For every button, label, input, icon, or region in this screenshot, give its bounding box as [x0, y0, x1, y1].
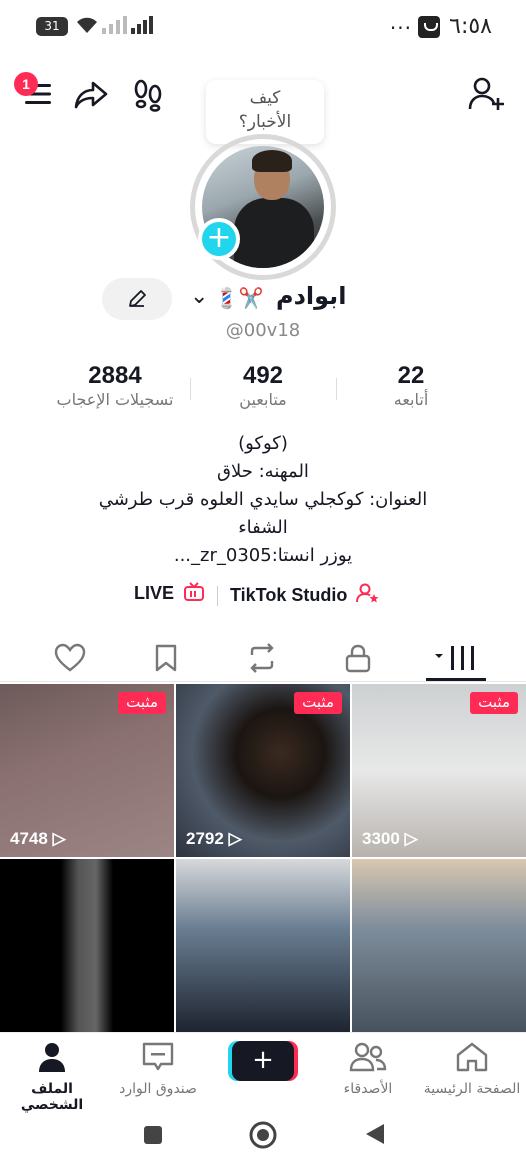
display-name: ابوادم [276, 282, 347, 310]
nav-home[interactable]: الصفحة الرئيسية [422, 1041, 522, 1097]
play-icon: ▷ [404, 829, 418, 848]
bio-line: (كوكو) [238, 433, 288, 454]
bio-line: المهنه: حلاق [217, 461, 309, 482]
tab-liked[interactable] [50, 638, 90, 678]
play-icon: ▷ [228, 829, 242, 848]
nav-label: صندوق الوارد [119, 1081, 197, 1097]
more-notifications-icon: ... [389, 10, 412, 34]
stat-value: 492 [242, 362, 284, 389]
chevron-down-icon[interactable]: ⌄ [190, 284, 208, 309]
stat-label: أتابعه [393, 390, 429, 409]
share-icon [74, 81, 108, 109]
back-icon[interactable] [364, 1122, 386, 1146]
live-tv-icon [184, 582, 205, 601]
system-nav-bar [0, 1108, 526, 1169]
creator-star-icon [356, 583, 379, 603]
video-thumbnail[interactable] [352, 859, 526, 1032]
notification-badge: 1 [14, 72, 38, 96]
nav-label: الصفحة الرئيسية [423, 1081, 521, 1097]
nav-label: الأصدقاء [343, 1081, 393, 1097]
name-row: ⌄ 💈✂️ ابوادم [0, 278, 526, 322]
profile-links: LIVE TikTok Studio [0, 580, 526, 610]
bio-line: العنوان: كوكجلي سايدي العلوه قرب طرشي [98, 489, 428, 510]
stat-label: متابعين [239, 390, 287, 409]
videos-grid-icon [435, 646, 474, 670]
stat-followers[interactable]: 492 متابعين [188, 362, 338, 409]
pencil-icon [129, 290, 146, 307]
live-link[interactable]: LIVE [134, 582, 205, 604]
wifi-icon [77, 17, 97, 33]
stat-value: 22 [397, 362, 425, 389]
stat-label: تسجيلات الإعجاب [56, 390, 174, 409]
nav-profile[interactable]: الملف الشخصي [2, 1041, 102, 1113]
video-thumbnail[interactable] [0, 859, 174, 1032]
lock-icon [345, 644, 371, 673]
home-circle-icon[interactable] [248, 1120, 278, 1150]
live-label: LIVE [134, 583, 175, 603]
profile-icon [39, 1043, 65, 1072]
status-bar: 31 ... ٦:٥٨ [0, 0, 526, 56]
bottom-nav: الصفحة الرئيسية الأصدقاء + صندوق الوارد … [0, 1032, 526, 1113]
pinned-badge: مثبت [294, 692, 342, 714]
tab-private[interactable] [338, 638, 378, 678]
inbox-icon [142, 1042, 174, 1071]
view-count: 2792 ▷ [186, 829, 242, 848]
stat-following[interactable]: 22 أتابعه [336, 362, 486, 409]
nav-friends[interactable]: الأصدقاء [318, 1041, 418, 1097]
tab-reposts[interactable] [242, 638, 282, 678]
repost-icon [250, 643, 274, 673]
footprints-button[interactable] [130, 76, 166, 114]
plus-icon: + [252, 1045, 274, 1075]
add-person-icon [468, 77, 504, 110]
signal-icon [102, 16, 153, 34]
add-friend-button[interactable] [466, 74, 506, 114]
battery-icon: 31 [36, 17, 68, 36]
stat-likes[interactable]: 2884 تسجيلات الإعجاب [40, 362, 190, 409]
nav-inbox[interactable]: صندوق الوارد [108, 1041, 208, 1097]
edit-profile-button[interactable] [102, 278, 172, 320]
view-count: 3300 ▷ [362, 829, 418, 848]
greeting-line-1: كيف [249, 88, 281, 108]
share-button[interactable] [72, 76, 110, 114]
video-thumbnail[interactable]: مثبت 2792 ▷ [176, 684, 350, 857]
stats-row: 22 أتابعه 492 متابعين 2884 تسجيلات الإعج… [0, 362, 526, 418]
bio-line: يوزر انستا:zr_0305_... [173, 545, 353, 566]
tab-videos[interactable] [428, 638, 484, 678]
tab-saved[interactable] [146, 638, 186, 678]
heart-icon [54, 643, 86, 672]
video-grid: مثبت 3300 ▷ مثبت 2792 ▷ مثبت 4748 ▷ [0, 684, 526, 1032]
create-button[interactable]: + [232, 1041, 294, 1081]
bio-line: الشفاء [238, 517, 288, 538]
username: @00v18 [225, 320, 301, 341]
view-count: 4748 ▷ [10, 829, 66, 848]
divider [217, 586, 218, 606]
bookmark-icon [155, 644, 177, 672]
footprint-icon [134, 79, 162, 112]
add-story-button[interactable]: + [198, 218, 240, 260]
video-thumbnail[interactable] [176, 859, 350, 1032]
play-icon: ▷ [52, 829, 66, 848]
name-emoji: 💈✂️ [214, 286, 264, 310]
video-thumbnail[interactable]: مثبت 3300 ▷ [352, 684, 526, 857]
content-tabs [0, 630, 526, 682]
active-tab-indicator [426, 678, 486, 681]
clock: ٦:٥٨ [449, 14, 492, 39]
pinned-badge: مثبت [118, 692, 166, 714]
divider [190, 378, 191, 400]
studio-link[interactable]: TikTok Studio [230, 582, 380, 606]
home-icon [456, 1042, 488, 1072]
shop-notification-icon [418, 16, 440, 38]
studio-label: TikTok Studio [230, 585, 348, 605]
bio: (كوكو) المهنه: حلاق العنوان: كوكجلي سايد… [40, 430, 486, 570]
pinned-badge: مثبت [470, 692, 518, 714]
stat-value: 2884 [88, 362, 142, 389]
greeting-line-2: الأخبار؟ [238, 112, 292, 132]
video-thumbnail[interactable]: مثبت 4748 ▷ [0, 684, 174, 857]
recents-icon[interactable] [142, 1124, 164, 1146]
friends-icon [349, 1042, 387, 1072]
